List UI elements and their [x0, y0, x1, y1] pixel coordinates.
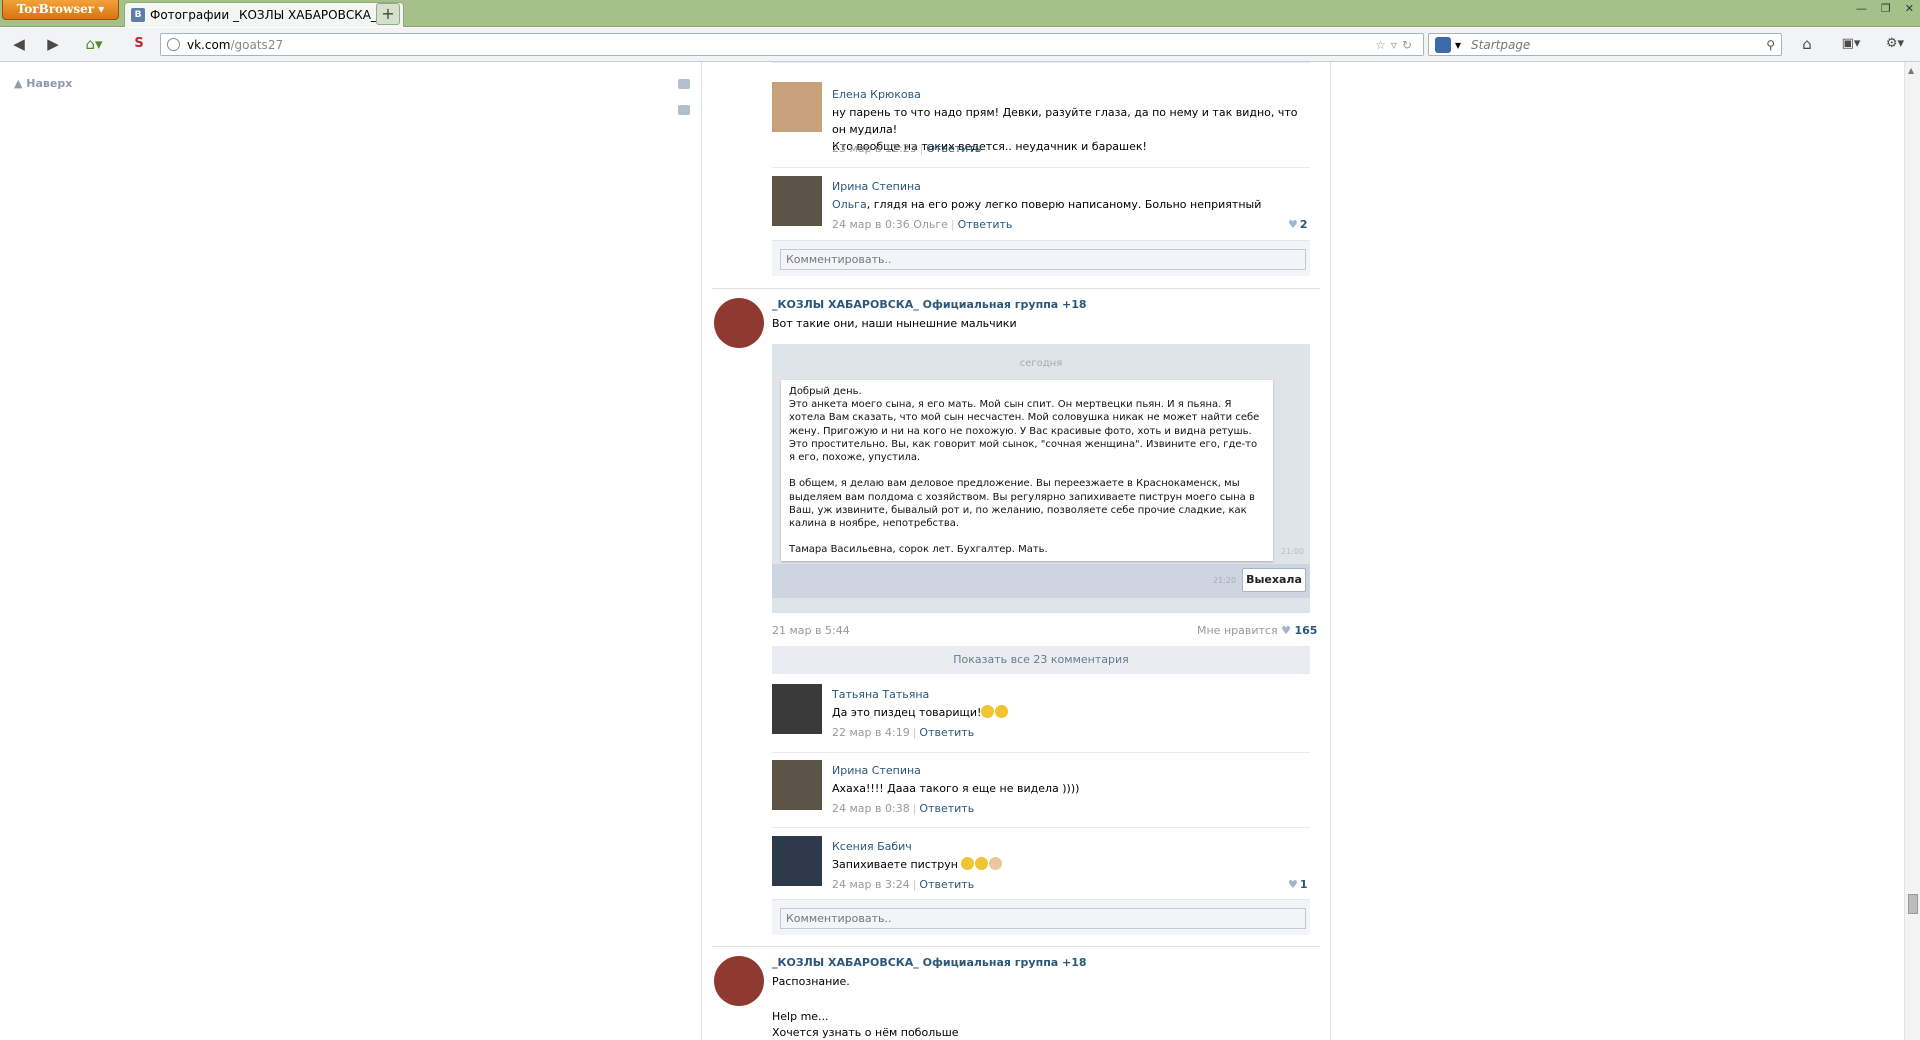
emoji-icon — [981, 705, 995, 718]
comment-text: Ахаха!!!! Дааа такого я еще не видела ))… — [832, 782, 1080, 795]
mail-icon[interactable] — [678, 79, 690, 89]
post-text: Help me... — [772, 1010, 829, 1023]
comment-author[interactable]: Ирина Степина — [832, 180, 921, 193]
reply-link[interactable]: Ответить — [919, 878, 974, 891]
comment-text: Да это пиздец товарищи! — [832, 704, 1009, 721]
vk-favicon-icon: В — [131, 8, 145, 22]
page-scrollbar[interactable]: ▲ — [1904, 62, 1920, 1040]
back-arrow-icon[interactable]: ◀ — [8, 33, 30, 55]
comment-meta: 22 мар в 4:19 | Ответить — [832, 726, 975, 739]
left-column: ▲ Наверх — [0, 62, 700, 1040]
comment-date[interactable]: 24 мар в 3:24 — [832, 878, 910, 891]
comment-text: Ольга, глядя на его рожу легко поверю на… — [832, 196, 1261, 213]
comment-author[interactable]: Ирина Степина — [832, 764, 921, 777]
browser-tab[interactable]: В Фотографии _КОЗЛЫ ХАБАРОВСКА_ О... — [124, 2, 404, 27]
comment-body: , глядя на его рожу легко поверю написан… — [866, 198, 1262, 211]
noscript-icon[interactable]: S — [128, 33, 150, 55]
wall-feed: Елена Крюкова ну парень то что надо прям… — [701, 62, 1331, 1040]
avatar[interactable] — [772, 836, 822, 886]
comment-input[interactable]: Комментировать.. — [780, 908, 1306, 929]
group-avatar[interactable] — [714, 298, 764, 348]
bookmark-star-icon[interactable]: ☆▿↻ — [1375, 38, 1417, 52]
like-label: Мне нравится — [1197, 624, 1278, 637]
comment-date[interactable]: 24 мар в 0:38 — [832, 802, 910, 815]
comment-author[interactable]: Елена Крюкова — [832, 88, 921, 101]
close-window-icon[interactable]: ✕ — [1905, 2, 1914, 15]
avatar[interactable] — [772, 82, 822, 132]
post-date[interactable]: 21 мар в 5:44 — [772, 624, 850, 637]
post-photo[interactable]: сегодня Добрый день. Это анкета моего сы… — [772, 344, 1310, 613]
group-avatar[interactable] — [714, 956, 764, 1006]
emoji-icon — [995, 705, 1009, 718]
scrollbar-thumb[interactable] — [1908, 894, 1918, 914]
avatar[interactable] — [772, 684, 822, 734]
post-like-button[interactable]: Мне нравится ♥ 165 — [1197, 624, 1317, 637]
comment-author[interactable]: Ксения Бабич — [832, 840, 912, 853]
minimize-icon[interactable]: — — [1856, 2, 1867, 15]
search-placeholder: Startpage — [1471, 37, 1531, 52]
post-author[interactable]: _КОЗЛЫ ХАБАРОВСКА_ Официальная группа +1… — [772, 298, 1087, 311]
tor-button-icon[interactable]: ⚙▾ — [1880, 33, 1910, 55]
message-time: 21:00 — [1281, 547, 1305, 556]
comment-meta: 23 мар в 12:23 | Ответить — [832, 142, 982, 155]
avatar[interactable] — [772, 760, 822, 810]
search-engine-icon[interactable] — [1435, 36, 1451, 53]
reply-link[interactable]: Ответить — [919, 802, 974, 815]
navigation-toolbar: ◀ ▶ ⌂▾ S vk.com/goats27 ☆▿↻ ▾ Startpage … — [0, 28, 1920, 62]
globe-icon — [167, 38, 180, 51]
heart-icon: ♥ — [1288, 878, 1298, 891]
comment-meta: 24 мар в 0:36 Ольге | Ответить — [832, 218, 1013, 231]
post-text: Вот такие они, наши нынешние мальчики — [772, 317, 1017, 330]
show-all-comments-button[interactable]: Показать все 23 комментария — [772, 646, 1310, 674]
thumbs-up-icon — [989, 857, 1003, 870]
back-to-top-link[interactable]: ▲ Наверх — [14, 77, 72, 90]
comment-date[interactable]: 23 мар в 12:23 — [832, 142, 917, 155]
restore-icon[interactable]: ❐ — [1881, 2, 1891, 15]
heart-icon: ♥ — [1281, 624, 1291, 637]
torbrowser-menu-button[interactable]: TorBrowser ▾ — [2, 0, 119, 20]
home-icon[interactable]: ⌂ — [1796, 33, 1818, 55]
reply-link[interactable]: Ответить — [958, 218, 1013, 231]
window-controls: — ❐ ✕ — [1856, 2, 1914, 15]
comment-date[interactable]: 22 мар в 4:19 — [832, 726, 910, 739]
comment-date[interactable]: 24 мар в 0:36 Ольге — [832, 218, 948, 231]
onion-menu-icon[interactable]: ⌂▾ — [78, 33, 110, 55]
new-tab-button[interactable]: + — [376, 3, 400, 25]
chat-reply-bubble: Выехала — [1242, 568, 1306, 592]
chat-message: Добрый день. Это анкета моего сына, я ег… — [781, 380, 1273, 561]
scroll-up-icon[interactable]: ▲ — [1908, 66, 1914, 75]
bookmarks-menu-icon[interactable]: ▣▾ — [1834, 33, 1868, 55]
address-bar[interactable]: vk.com/goats27 ☆▿↻ — [160, 33, 1424, 56]
reply-link[interactable]: Ответить — [926, 142, 981, 155]
comment-input[interactable]: Комментировать.. — [780, 249, 1306, 270]
emoji-icon — [961, 857, 975, 870]
comment-meta: 24 мар в 0:38 | Ответить — [832, 802, 975, 815]
url-path: /goats27 — [230, 37, 284, 52]
tab-title: Фотографии _КОЗЛЫ ХАБАРОВСКА_ О... — [150, 8, 397, 22]
emoji-icon — [975, 857, 989, 870]
comment-like-button[interactable]: ♥ 2 — [1288, 218, 1308, 231]
forward-arrow-icon[interactable]: ▶ — [42, 33, 64, 55]
comment-author[interactable]: Татьяна Татьяна — [832, 688, 929, 701]
avatar[interactable] — [772, 176, 822, 226]
reply-link[interactable]: Ответить — [919, 726, 974, 739]
right-column — [1332, 62, 1904, 1040]
message-time: 21:20 — [1213, 576, 1237, 585]
post-text: Хочется узнать о нём побольше — [772, 1026, 959, 1039]
url-host: vk.com — [187, 37, 231, 52]
mention-link[interactable]: Ольга — [832, 198, 867, 211]
chat-icon[interactable] — [678, 105, 690, 115]
comment-text: Запихиваете пиструн — [832, 856, 1003, 873]
like-count: 165 — [1294, 624, 1318, 637]
browser-titlebar: TorBrowser ▾ В Фотографии _КОЗЛЫ ХАБАРОВ… — [0, 0, 1920, 27]
comment-meta: 24 мар в 3:24 | Ответить — [832, 878, 975, 891]
chat-day-label: сегодня — [1019, 358, 1063, 369]
comment-like-button[interactable]: ♥ 1 — [1288, 878, 1308, 891]
search-icon[interactable]: ⚲ — [1766, 38, 1775, 52]
heart-icon: ♥ — [1288, 218, 1298, 231]
post-text: Распознание. — [772, 975, 850, 988]
search-bar[interactable]: ▾ Startpage ⚲ — [1428, 33, 1782, 56]
post-author[interactable]: _КОЗЛЫ ХАБАРОВСКА_ Официальная группа +1… — [772, 956, 1087, 969]
